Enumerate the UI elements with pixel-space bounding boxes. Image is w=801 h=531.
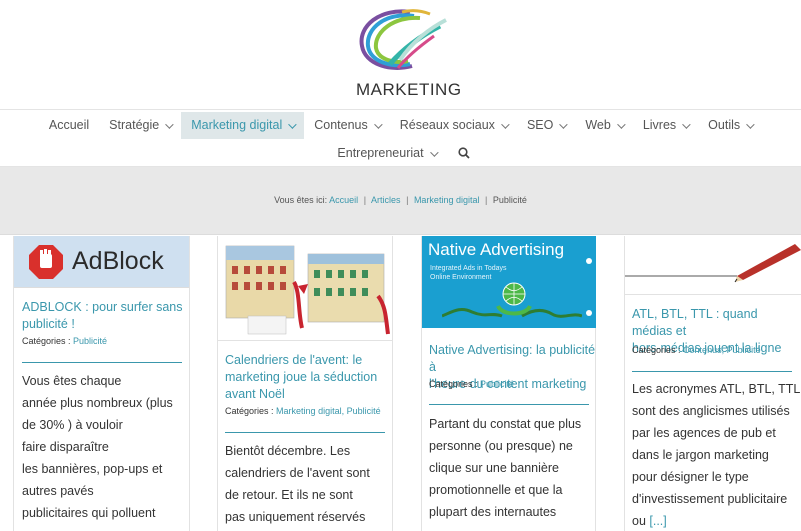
divider	[625, 294, 801, 295]
nav-item-accueil[interactable]: Accueil	[39, 112, 99, 139]
article-excerpt: Partant du constat que plus personne (ou…	[429, 417, 582, 519]
divider	[429, 404, 589, 405]
breadcrumb-separator: |	[363, 195, 367, 205]
chevron-down-icon	[559, 119, 569, 129]
native-ad-image-title: Native Advertising	[428, 240, 565, 259]
breadcrumb-articles[interactable]: Articles	[371, 195, 401, 205]
category-link[interactable]: Publicité	[480, 379, 514, 389]
article-categories: Catégories : Marketing digital, Publicit…	[225, 406, 381, 416]
article-excerpt: Vous êtes chaque année plus nombreux (pl…	[22, 374, 173, 520]
article-card: Native Advertising Integrated Ads in Tod…	[421, 236, 596, 531]
slide-dot	[586, 310, 592, 316]
site-header: MARKETING	[0, 0, 801, 110]
nav-item-label: Web	[585, 118, 611, 132]
chevron-down-icon	[682, 119, 691, 129]
globe-hands-icon	[442, 282, 582, 318]
search-icon[interactable]	[454, 140, 474, 166]
nav-item-label: Entrepreneuriat	[337, 146, 424, 160]
nav-row-2: Entrepreneuriat	[0, 140, 801, 166]
breadcrumb-bar: Vous êtes ici: Accueil | Articles | Mark…	[0, 167, 801, 235]
nav-item-label: Accueil	[48, 118, 90, 132]
article-excerpt: Bientôt décembre. Les calendriers de l'a…	[225, 444, 370, 524]
breadcrumb-current: Publicité	[492, 195, 527, 205]
divider	[218, 340, 392, 341]
nav-item-label: Stratégie	[109, 118, 160, 132]
article-categories: Catégories : Contenus, Publicité	[632, 345, 761, 355]
chevron-down-icon	[501, 119, 510, 129]
chevron-down-icon	[746, 119, 755, 129]
divider	[632, 371, 792, 372]
nav-row-1: Accueil Stratégie Marketing digital Contenu…	[0, 112, 801, 139]
breadcrumb-prefix: Vous êtes ici:	[274, 195, 328, 205]
chevron-down-icon	[616, 119, 626, 129]
logo-swirl-icon[interactable]	[350, 6, 460, 76]
article-categories: Catégories : Publicité	[429, 379, 515, 389]
nav-item-outils[interactable]: Outils	[698, 112, 762, 139]
article-image[interactable]	[218, 236, 392, 340]
article-card: Calendriers de l'avent: le marketing jou…	[217, 236, 393, 531]
breadcrumb-accueil[interactable]: Accueil	[329, 195, 358, 205]
stop-hand-icon	[29, 245, 63, 279]
nav-item-seo[interactable]: SEO	[517, 112, 575, 139]
chevron-down-icon	[288, 119, 297, 129]
breadcrumb-separator: |	[406, 195, 409, 205]
breadcrumb-separator: |	[484, 195, 488, 205]
nav-item-livres[interactable]: Livres	[633, 112, 698, 139]
article-categories: Catégories : Publicité	[22, 336, 108, 346]
article-image[interactable]: Native Advertising Integrated Ads in Tod…	[422, 236, 596, 328]
article-card: AdBlock ADBLOCK : pour surfer sans publi…	[13, 236, 190, 531]
category-link[interactable]: Marketing digital, Publicité	[276, 406, 381, 416]
article-image[interactable]	[625, 236, 801, 294]
nav-item-web[interactable]: Web	[575, 112, 632, 139]
category-link[interactable]: Publicité	[73, 336, 107, 346]
nav-item-label: SEO	[526, 118, 554, 132]
article-image[interactable]: AdBlock	[14, 236, 189, 288]
read-more-link[interactable]: [...]	[649, 514, 666, 528]
category-link[interactable]: Contenus, Publicité	[683, 345, 761, 355]
nav-item-strategie[interactable]: Stratégie	[99, 112, 181, 139]
nav-item-label: Livres	[642, 118, 677, 132]
article-title[interactable]: ADBLOCK : pour surfer sans publicité !	[22, 299, 187, 333]
logo-text[interactable]: MARKETING	[356, 80, 461, 100]
nav-item-entrepreneuriat[interactable]: Entrepreneuriat	[327, 140, 445, 167]
nav-item-label: Marketing digital	[191, 118, 283, 132]
article-excerpt: Les acronymes ATL, BTL, TTL sont des ang…	[632, 382, 801, 528]
nav-item-label: Contenus	[314, 118, 368, 132]
nav-item-label: Réseaux sociaux	[399, 118, 495, 132]
adblock-logo-text: AdBlock	[72, 247, 164, 275]
divider	[225, 432, 385, 433]
main-nav: Accueil Stratégie Marketing digital Contenu…	[0, 109, 801, 167]
chevron-down-icon	[373, 119, 383, 129]
article-title[interactable]: Calendriers de l'avent: le marketing jou…	[225, 352, 390, 403]
nav-item-marketing-digital[interactable]: Marketing digital	[181, 112, 305, 139]
breadcrumb: Vous êtes ici: Accueil | Articles | Mark…	[0, 195, 801, 205]
divider	[22, 362, 182, 363]
breadcrumb-marketing-digital[interactable]: Marketing digital	[414, 195, 480, 205]
slide-dot	[586, 258, 592, 264]
nav-item-reseaux-sociaux[interactable]: Réseaux sociaux	[390, 112, 517, 139]
article-card: ATL, BTL, TTL : quand médias et hors-méd…	[624, 236, 801, 531]
chevron-down-icon	[429, 147, 439, 157]
nav-item-contenus[interactable]: Contenus	[304, 112, 390, 139]
nav-item-label: Outils	[708, 118, 741, 132]
chevron-down-icon	[165, 119, 174, 129]
